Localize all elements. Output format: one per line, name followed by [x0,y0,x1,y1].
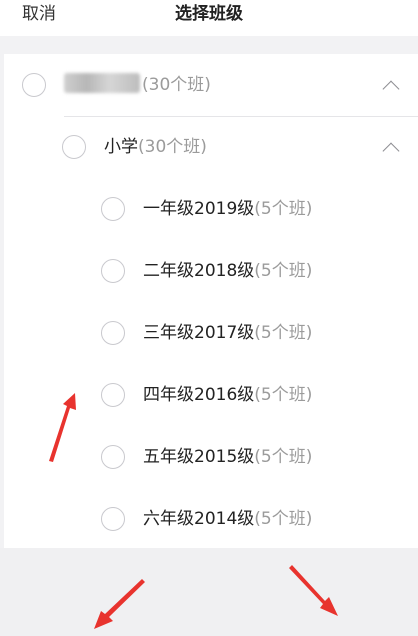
red-arrow-icon [49,393,338,629]
class-picker-screen: 取消 选择班级 (30个班) 小学(30个班) 一年级2019级(5个班) 二年… [0,0,418,636]
